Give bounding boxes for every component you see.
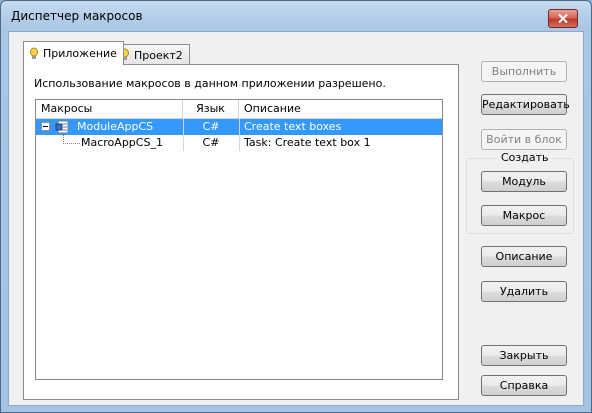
column-header-language[interactable]: Язык <box>183 100 239 118</box>
edit-button[interactable]: Редактировать <box>481 94 570 115</box>
macro-name: MacroAppCS_1 <box>81 136 163 149</box>
run-button[interactable]: Выполнить <box>481 61 567 82</box>
bulb-icon <box>30 47 38 59</box>
tree-connector <box>63 143 80 144</box>
description-button[interactable]: Описание <box>481 246 567 267</box>
create-module-button[interactable]: Модуль <box>481 171 567 192</box>
macro-language: C# <box>202 136 220 149</box>
macro-description: Create text boxes <box>244 120 342 133</box>
column-header-description[interactable]: Описание <box>239 100 444 118</box>
macro-manager-window: Диспетчер макросов Приложение Проект2 Ис… <box>0 0 592 413</box>
macro-description: Task: Create text box 1 <box>244 136 371 149</box>
close-window-button[interactable] <box>548 9 578 28</box>
title-bar[interactable]: Диспетчер макросов <box>1 1 591 31</box>
tab-panel: Использование макросов в данном приложен… <box>23 64 459 400</box>
create-group-label: Создать <box>497 151 553 164</box>
help-button[interactable]: Справка <box>481 375 567 396</box>
macro-language: C# <box>202 120 220 133</box>
column-divider <box>183 119 184 151</box>
close-icon <box>558 14 568 23</box>
window-title: Диспетчер макросов <box>11 9 143 23</box>
dialog-client-area: Приложение Проект2 Использование макросо… <box>8 31 584 406</box>
module-icon <box>55 120 69 134</box>
step-into-button[interactable]: Войти в блок <box>481 129 567 150</box>
tab-application[interactable]: Приложение <box>23 41 124 65</box>
close-button[interactable]: Закрыть <box>481 345 567 366</box>
tab-project2-label: Проект2 <box>134 48 183 62</box>
collapse-toggle[interactable] <box>41 122 50 131</box>
tab-application-label: Приложение <box>43 47 117 60</box>
column-header-macros[interactable]: Макросы <box>36 100 183 118</box>
macro-list[interactable]: Макросы Язык Описание ModuleAppCS C# Cre… <box>35 99 443 380</box>
delete-button[interactable]: Удалить <box>481 281 567 302</box>
list-header: Макросы Язык Описание <box>36 100 442 119</box>
column-divider <box>239 119 240 151</box>
macro-name: ModuleAppCS <box>77 120 154 133</box>
macro-status-text: Использование макросов в данном приложен… <box>34 77 386 90</box>
tab-project2[interactable]: Проект2 <box>114 44 190 65</box>
create-macro-button[interactable]: Макрос <box>481 205 567 226</box>
